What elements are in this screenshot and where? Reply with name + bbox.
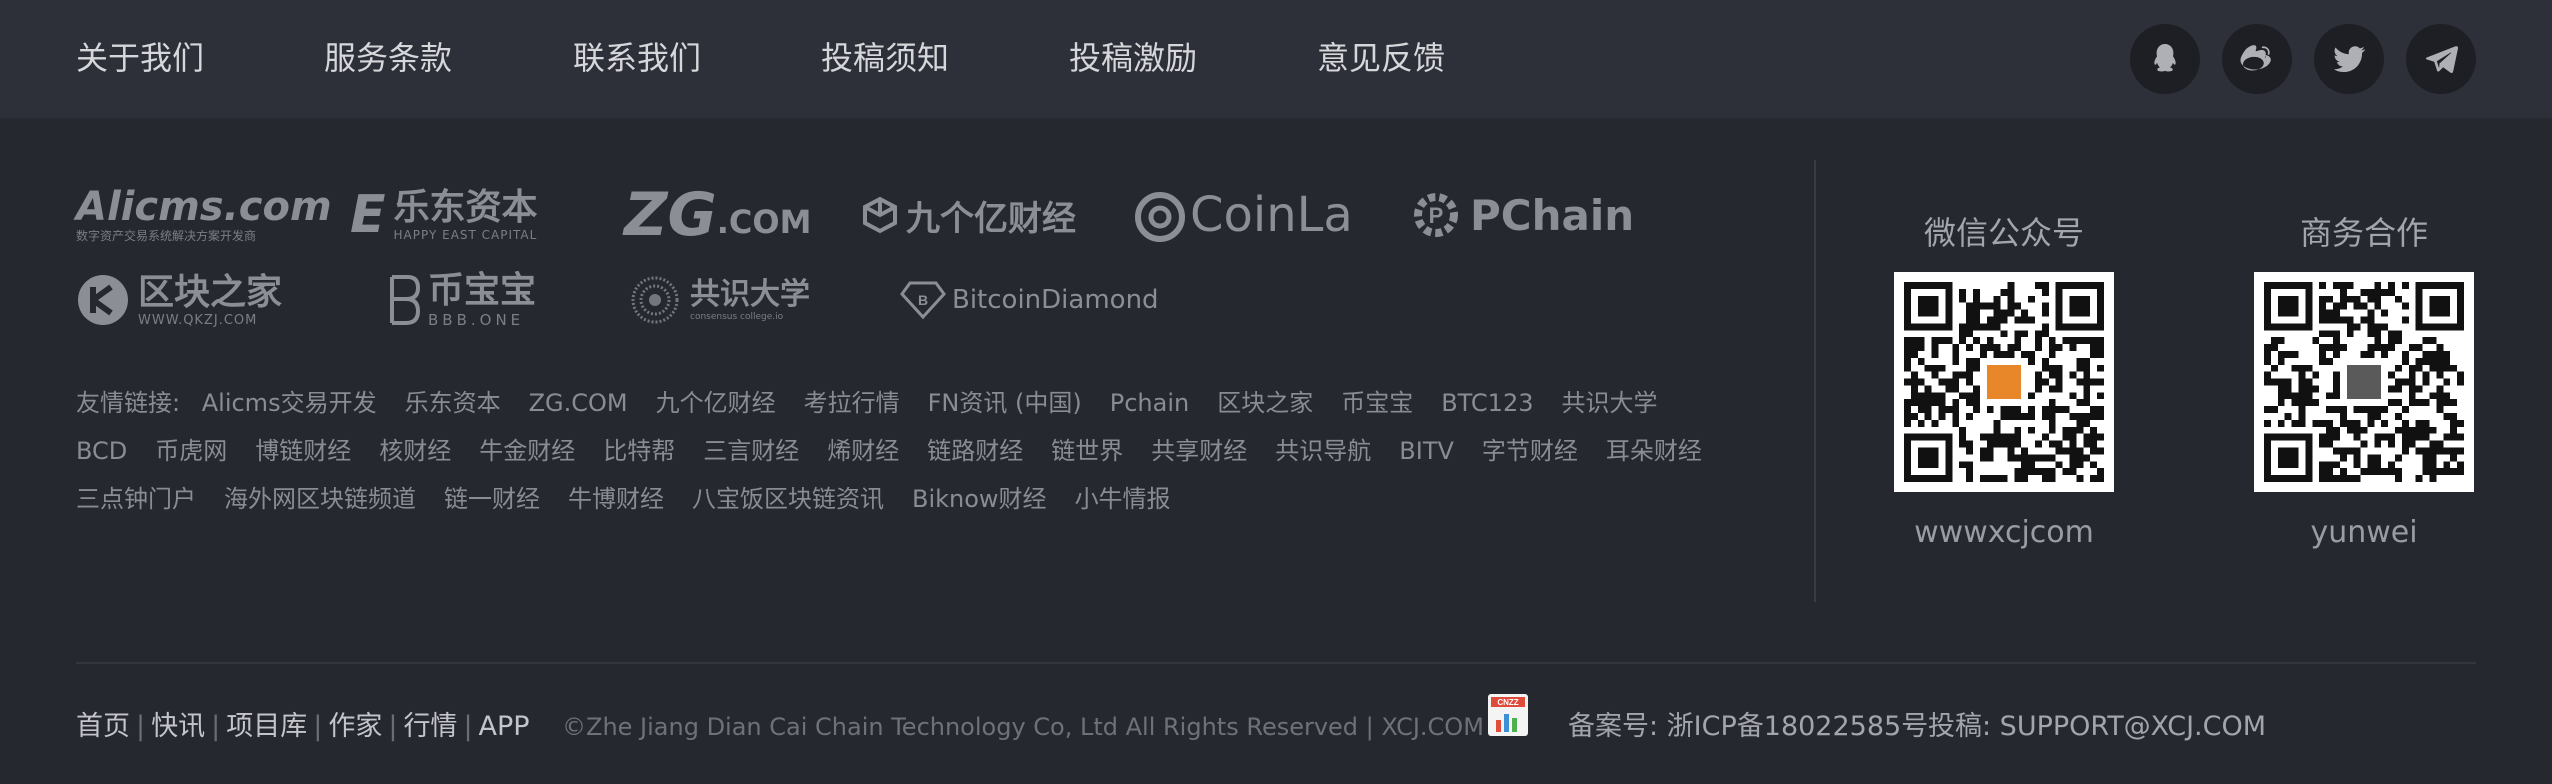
- footer-nav-link[interactable]: 快讯: [151, 711, 205, 742]
- partner-logo-qkzj[interactable]: 区块之家 WWW.QKZJ.COM: [76, 265, 282, 335]
- nav-contact-link[interactable]: 联系我们: [573, 36, 701, 80]
- friend-link[interactable]: 链世界: [1051, 437, 1123, 465]
- friend-links-row: 友情链接: Alicms交易开发 乐东资本 ZG.COM 九个亿财经 考拉行情 FN资讯 …: [76, 387, 1686, 419]
- friend-link[interactable]: ZG.COM: [529, 389, 628, 417]
- partner-logo-gongzhi[interactable]: 共识大学 consensus college.io: [630, 265, 810, 335]
- gongzhi-logo-icon: [631, 276, 679, 324]
- friend-link[interactable]: 链一财经: [444, 485, 540, 513]
- footer-nav-link[interactable]: 项目库: [226, 711, 307, 742]
- friend-link[interactable]: Biknow财经: [912, 485, 1047, 513]
- friend-link[interactable]: 海外网区块链频道: [224, 485, 416, 513]
- partner-logo-jiugeyi[interactable]: 九个亿财经: [860, 180, 1076, 250]
- friend-link[interactable]: 博链财经: [255, 437, 351, 465]
- partner-logo-bitcoindiamond[interactable]: B BitcoinDiamond: [900, 265, 1159, 335]
- friend-link[interactable]: 字节财经: [1482, 437, 1578, 465]
- footer-nav-link[interactable]: 首页: [76, 711, 130, 742]
- partner-logo-alicms[interactable]: Alicms.com 数字资产交易系统解决方案开发商: [76, 180, 332, 250]
- friend-link[interactable]: 烯财经: [827, 437, 899, 465]
- nav-submission-notice-link[interactable]: 投稿须知: [821, 36, 949, 80]
- partner-logo-ledong[interactable]: E 乐东资本 HAPPY EAST CAPITAL: [350, 180, 538, 250]
- svg-text:CNZZ: CNZZ: [1497, 698, 1518, 707]
- svg-text:P: P: [1429, 203, 1444, 228]
- wechat-id-caption: wwwxcjcom: [1914, 515, 2094, 550]
- friend-link[interactable]: 三言财经: [703, 437, 799, 465]
- friend-link[interactable]: 币宝宝: [1341, 389, 1413, 417]
- friend-link[interactable]: 考拉行情: [804, 389, 900, 417]
- friend-link[interactable]: BITV: [1399, 437, 1454, 465]
- friend-link[interactable]: 共识大学: [1562, 389, 1658, 417]
- cube-icon: [863, 196, 897, 234]
- svg-text:B: B: [918, 292, 928, 308]
- contribute-email[interactable]: 投稿: SUPPORT@XCJ.COM: [1928, 707, 2266, 747]
- qkzj-logo-icon: [78, 275, 128, 325]
- partner-logo-bbb[interactable]: 币宝宝 BBB.ONE: [386, 265, 536, 335]
- footer-nav-separator: |: [136, 711, 146, 742]
- friend-link[interactable]: FN资讯 (中国): [928, 389, 1082, 417]
- ledong-logo-icon: E: [350, 185, 386, 245]
- cnzz-stats-icon[interactable]: CNZZ: [1488, 694, 1528, 736]
- nav-submission-incentive-link[interactable]: 投稿激励: [1069, 36, 1197, 80]
- friend-link[interactable]: 共识导航: [1275, 437, 1371, 465]
- top-nav-bar: 关于我们 服务条款 联系我们 投稿须知 投稿激励 意见反馈: [0, 0, 2552, 118]
- friend-links-row: 三点钟门户 海外网区块链频道 链一财经 牛博财经 八宝饭区块链资讯 Biknow财经 小牛情…: [76, 483, 1199, 515]
- footer-nav-separator: |: [388, 711, 398, 742]
- partner-logo-coinla[interactable]: CoinLa: [1132, 180, 1353, 250]
- friend-link[interactable]: 八宝饭区块链资讯: [692, 485, 884, 513]
- friend-link[interactable]: 共享财经: [1151, 437, 1247, 465]
- wechat-qr-code: [1894, 272, 2114, 492]
- footer-nav-separator: |: [313, 711, 323, 742]
- friend-link[interactable]: BCD: [76, 437, 127, 465]
- footer-nav-separator: |: [463, 711, 473, 742]
- diamond-icon: B: [900, 281, 946, 320]
- friend-links-label: 友情链接:: [76, 389, 181, 417]
- nav-terms-link[interactable]: 服务条款: [324, 36, 452, 80]
- friend-links-row: BCD 币虎网 博链财经 核财经 牛金财经 比特帮 三言财经 烯财经 链路财经 链世界 共享财经 共识…: [76, 435, 1730, 467]
- telegram-icon[interactable]: [2406, 24, 2476, 94]
- friend-link[interactable]: 链路财经: [927, 437, 1023, 465]
- friend-link[interactable]: BTC123: [1441, 389, 1533, 417]
- friend-link[interactable]: 币虎网: [155, 437, 227, 465]
- friend-link[interactable]: 小牛情报: [1075, 485, 1171, 513]
- business-qr-title: 商务合作: [2299, 214, 2428, 252]
- business-qr-code: [2254, 272, 2474, 492]
- friend-link[interactable]: 牛金财经: [479, 437, 575, 465]
- nav-about-link[interactable]: 关于我们: [76, 36, 204, 80]
- copyright-text: ©Zhe Jiang Dian Cai Chain Technology Co,…: [562, 713, 1484, 741]
- twitter-icon[interactable]: [2314, 24, 2384, 94]
- friend-link[interactable]: 耳朵财经: [1606, 437, 1702, 465]
- footer-divider: [76, 662, 2476, 664]
- qq-icon[interactable]: [2130, 24, 2200, 94]
- footer-nav: 首页 | 快讯 | 项目库 | 作家 | 行情 | APP: [76, 707, 530, 747]
- friend-link[interactable]: 三点钟门户: [76, 485, 196, 513]
- icp-record: 备案号: 浙ICP备18022585号: [1568, 711, 1929, 742]
- partner-logo-zg[interactable]: ZG .COM: [624, 180, 811, 250]
- footer-nav-link[interactable]: 行情: [403, 711, 457, 742]
- footer-nav-link[interactable]: APP: [479, 711, 530, 742]
- business-id-caption: yunwei: [2310, 515, 2418, 550]
- footer-nav-link[interactable]: 作家: [328, 711, 382, 742]
- partner-logo-pchain[interactable]: P PChain: [1410, 180, 1634, 250]
- friend-link[interactable]: 乐东资本: [405, 389, 501, 417]
- coinla-logo-icon: [1135, 192, 1185, 242]
- friend-link[interactable]: 区块之家: [1217, 389, 1313, 417]
- pchain-gear-icon: P: [1414, 193, 1458, 237]
- weibo-icon[interactable]: [2222, 24, 2292, 94]
- wechat-qr-title: 微信公众号: [1923, 214, 2084, 252]
- friend-link[interactable]: Pchain: [1110, 389, 1189, 417]
- friend-link[interactable]: 牛博财经: [568, 485, 664, 513]
- footer-nav-separator: |: [211, 711, 221, 742]
- nav-feedback-link[interactable]: 意见反馈: [1317, 36, 1445, 80]
- vertical-divider: [1814, 160, 1816, 602]
- friend-link[interactable]: 比特帮: [603, 437, 675, 465]
- friend-link[interactable]: 核财经: [379, 437, 451, 465]
- friend-link[interactable]: Alicms交易开发: [202, 389, 377, 417]
- bbb-logo-icon: [390, 275, 421, 325]
- friend-link[interactable]: 九个亿财经: [656, 389, 776, 417]
